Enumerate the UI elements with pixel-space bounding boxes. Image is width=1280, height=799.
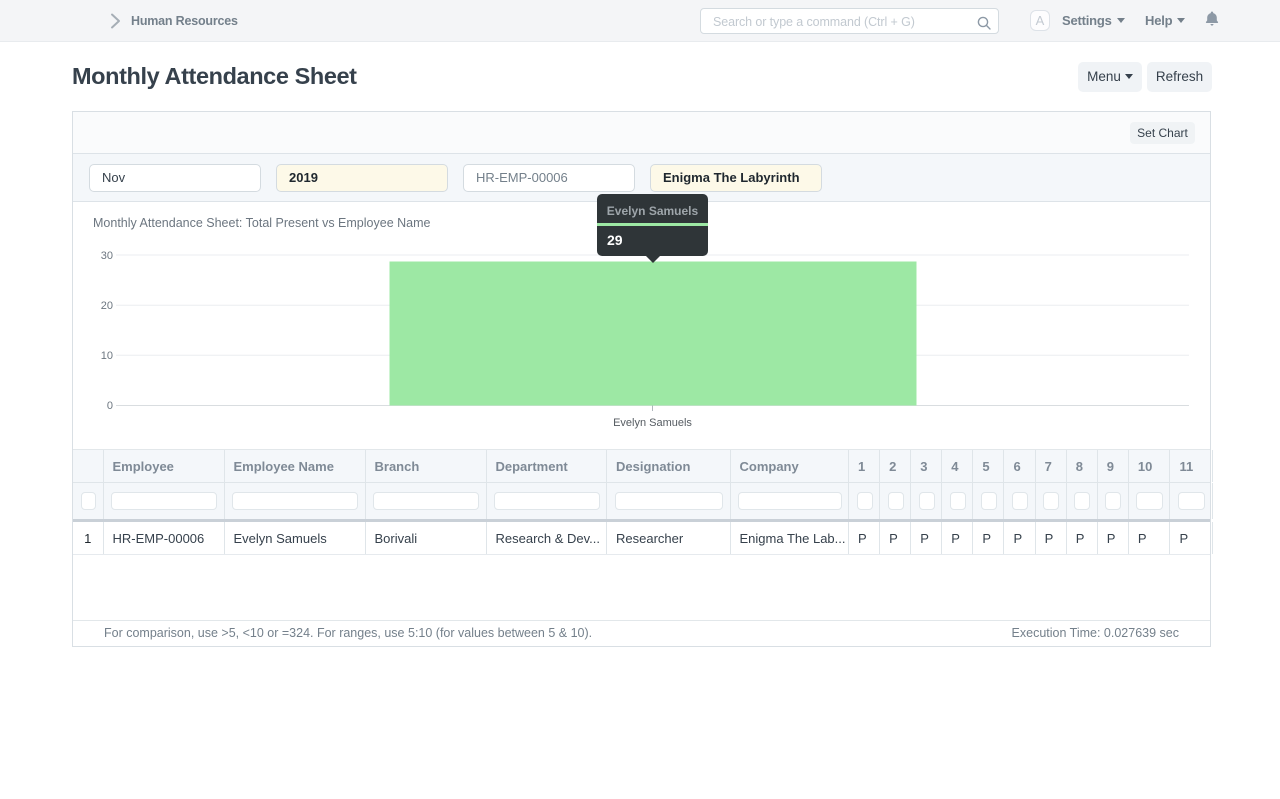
svg-text:30: 30 <box>101 250 113 262</box>
svg-text:20: 20 <box>101 300 113 312</box>
svg-text:0: 0 <box>107 400 113 412</box>
svg-text:10: 10 <box>101 350 113 362</box>
svg-text:Monthly Attendance Sheet: Tota: Monthly Attendance Sheet: Total Present … <box>93 216 431 230</box>
svg-text:Evelyn Samuels: Evelyn Samuels <box>613 417 692 429</box>
